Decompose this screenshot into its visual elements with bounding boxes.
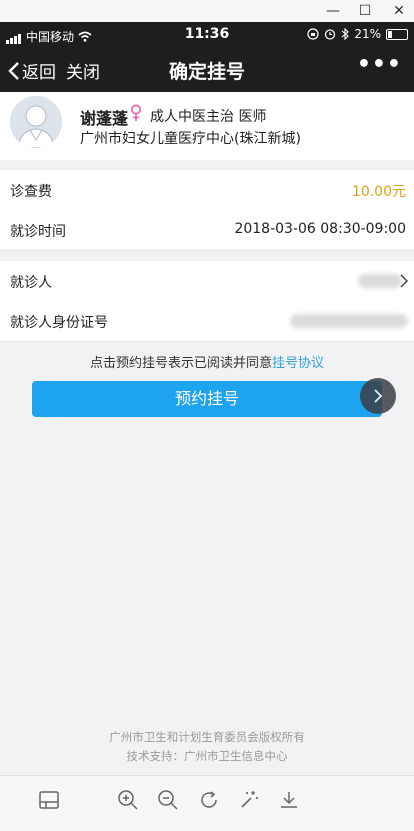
navigation-bar: 返回 关闭 确定挂号 ••• xyxy=(0,48,414,92)
chevron-right-icon xyxy=(374,389,383,403)
bluetooth-icon xyxy=(341,28,350,40)
screen-lock-icon xyxy=(307,28,319,40)
hospital-name: 广州市妇女儿童医疗中心(珠江新城) xyxy=(80,131,301,147)
tech-support-text: 技术支持：广州市卫生信息中心 xyxy=(126,749,288,763)
visit-time-value: 2018-03-06 08:30-09:00 xyxy=(234,221,406,237)
status-bar: 中国移动 11:36 21% xyxy=(0,22,414,48)
close-window-icon[interactable]: ✕ xyxy=(384,2,414,20)
refresh-icon[interactable] xyxy=(197,788,221,812)
doctor-avatar-icon xyxy=(10,96,62,148)
doctor-title: 成人中医主治 医师 xyxy=(150,109,267,125)
visit-time-row: 就诊时间 2018-03-06 08:30-09:00 xyxy=(0,210,414,251)
female-icon xyxy=(130,104,142,126)
patient-label: 就诊人 xyxy=(10,275,52,291)
doctor-card: 谢蓬蓬 成人中医主治 医师 广州市妇女儿童医疗中心(珠江新城) xyxy=(0,92,414,160)
fee-label: 诊查费 xyxy=(10,184,52,200)
doctor-avatar xyxy=(10,96,62,148)
patient-row[interactable]: 就诊人 xyxy=(0,261,414,302)
page-title: 确定挂号 xyxy=(168,61,245,83)
alarm-icon xyxy=(325,29,336,40)
fee-row: 诊查费 10.00元 xyxy=(0,170,414,211)
visit-time-label: 就诊时间 xyxy=(10,224,66,240)
bottom-toolbar xyxy=(0,775,414,831)
patient-name-redacted xyxy=(358,274,402,288)
layout-icon[interactable] xyxy=(37,788,61,812)
registration-agreement-link[interactable]: 挂号协议 xyxy=(272,356,324,371)
minimize-icon[interactable]: — xyxy=(318,2,348,20)
patient-id-redacted xyxy=(290,314,408,328)
battery-icon xyxy=(386,28,408,40)
more-menu-button[interactable]: ••• xyxy=(357,52,402,77)
magic-wand-icon[interactable] xyxy=(237,788,261,812)
patient-id-row: 就诊人身份证号 xyxy=(0,301,414,342)
copyright-text: 广州市卫生和计划生育委员会版权所有 xyxy=(109,730,305,744)
agreement-text: 点击预约挂号表示已阅读并同意挂号协议 xyxy=(0,352,414,371)
battery-percent: 21% xyxy=(354,27,381,41)
chevron-left-icon xyxy=(8,61,19,80)
patient-id-label: 就诊人身份证号 xyxy=(10,315,108,331)
chevron-right-icon xyxy=(400,274,408,288)
zoom-in-icon[interactable] xyxy=(116,788,140,812)
maximize-icon[interactable]: ☐ xyxy=(350,2,380,20)
fee-value: 10.00元 xyxy=(351,184,406,200)
download-icon[interactable] xyxy=(277,788,301,812)
doctor-name: 谢蓬蓬 xyxy=(80,109,129,128)
close-button[interactable]: 关闭 xyxy=(66,58,100,83)
book-appointment-button[interactable]: 预约挂号 xyxy=(32,381,382,417)
agreement-prefix: 点击预约挂号表示已阅读并同意 xyxy=(89,356,272,371)
back-button[interactable]: 返回 xyxy=(8,58,56,83)
floating-arrow-button[interactable] xyxy=(360,378,396,414)
zoom-out-icon[interactable] xyxy=(156,788,180,812)
window-titlebar: — ☐ ✕ xyxy=(0,0,414,22)
back-label: 返回 xyxy=(22,63,56,83)
